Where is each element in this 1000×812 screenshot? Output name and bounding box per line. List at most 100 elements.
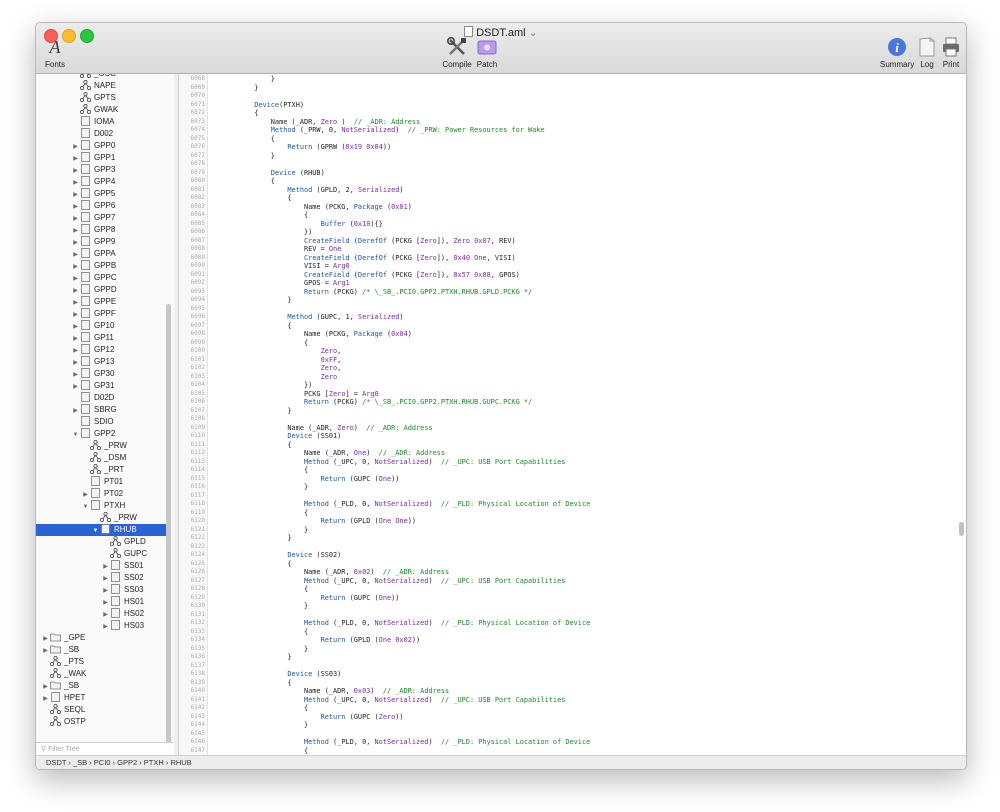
filter-tree-input[interactable]: ⚲ Filter Tree [36,742,174,755]
tree-item-ptxh[interactable]: ▼ PTXH [36,500,166,512]
line-number: 6082 [190,194,205,201]
device-node-icon [80,200,91,210]
tree-item-gupc[interactable]: GUPC [36,548,166,560]
method-node-icon [90,440,101,450]
tree-item-gpp2[interactable]: ▼ GPP2 [36,428,166,440]
tree-item-label: PT02 [104,489,124,498]
line-number: 6108 [190,415,205,422]
tree-item-hpet[interactable]: ▶ HPET [36,692,166,704]
tree-item-u-prt[interactable]: _PRT [36,464,166,476]
line-number: 6087 [190,236,205,244]
tree-item-gp30[interactable]: ▶ GP30 [36,368,166,380]
tree-item-label: _PRT [104,465,125,474]
tree-item-gpp1[interactable]: ▶ GPP1 [36,152,166,164]
tree-item-gppf[interactable]: ▶ GPPF [36,308,166,320]
tree-item-label: _PRW [114,513,137,522]
patch-button[interactable]: Patch [473,36,501,69]
code-line: Return (GUPC (One)) [221,593,400,602]
tree-item-d02d[interactable]: D02D [36,392,166,404]
tree-item-gppa[interactable]: ▶ GPPA [36,248,166,260]
tree-item-nape[interactable]: NAPE [36,80,166,92]
tree-item-gp12[interactable]: ▶ GP12 [36,344,166,356]
tree-item-ss01[interactable]: ▶ SS01 [36,560,166,572]
tree-item-gpp3[interactable]: ▶ GPP3 [36,164,166,176]
tree-item-gpts[interactable]: GPTS [36,92,166,104]
line-number: 6111 [190,440,205,448]
tree-item-gp10[interactable]: ▶ GP10 [36,320,166,332]
tree-item-gpp9[interactable]: ▶ GPP9 [36,236,166,248]
tree-item-label: GPTS [94,93,116,102]
sidebar-scrollbar[interactable] [166,304,171,742]
tree-item-u-wak[interactable]: _WAK [36,668,166,680]
tree-item-ioma[interactable]: IOMA [36,116,166,128]
tree-item-label: _GPE [64,633,86,642]
compile-button[interactable]: Compile [442,36,472,69]
tree-item-gppb[interactable]: ▶ GPPB [36,260,166,272]
code-editor[interactable]: 6068 6069 6070 6071 6072 6073 6074 6075 6076 6077… [179,74,966,755]
code-line: } [221,296,292,304]
tree-item-gp13[interactable]: ▶ GP13 [36,356,166,368]
tree-item-hs03[interactable]: ▶ HS03 [36,620,166,632]
device-node-icon [80,392,91,402]
device-node-icon [90,476,101,486]
tree-item-gppc[interactable]: ▶ GPPC [36,272,166,284]
outline-tree[interactable]: _OSCNAPEGPTSGWAKIOMAD002▶GPP0▶GPP1▶GPP3▶… [36,74,175,742]
tree-item-ss03[interactable]: ▶ SS03 [36,584,166,596]
device-node-icon [80,380,91,390]
tree-item-gpp5[interactable]: ▶ GPP5 [36,188,166,200]
tree-item-gpp0[interactable]: ▶ GPP0 [36,140,166,152]
tree-item-hs01[interactable]: ▶ HS01 [36,596,166,608]
tree-item-gp31[interactable]: ▶ GP31 [36,380,166,392]
code-line: Device (SS03) [221,670,342,678]
tree-item-gppe[interactable]: ▶ GPPE [36,296,166,308]
tree-item-ss02[interactable]: ▶ SS02 [36,572,166,584]
tree-item-gpp4[interactable]: ▶ GPP4 [36,176,166,188]
line-number: 6102 [190,364,205,371]
tree-item-sdio[interactable]: SDIO [36,416,166,428]
print-button[interactable]: Print [939,36,963,69]
line-number: 6072 [190,109,205,116]
code-line: { [221,177,275,185]
line-number: 6140 [190,687,205,694]
fonts-button[interactable]: A Fonts [41,36,69,69]
tree-item-gpp6[interactable]: ▶ GPP6 [36,200,166,212]
tree-item-d002[interactable]: D002 [36,128,166,140]
line-number: 6114 [190,466,205,473]
method-node-icon [110,548,121,558]
line-number: 6136 [190,653,205,660]
tree-item-gpld[interactable]: GPLD [36,536,166,548]
tree-item-hs02[interactable]: ▶ HS02 [36,608,166,620]
code-line: Name (_ADR, One) // _ADR: Address [221,449,446,457]
tree-item-gwak[interactable]: GWAK [36,104,166,116]
tree-item-gpp7[interactable]: ▶ GPP7 [36,212,166,224]
log-button[interactable]: Log [916,36,938,69]
tree-item-seql[interactable]: SEQL [36,704,166,716]
method-node-icon [50,704,61,714]
code-line: Name (_ADR, Zero) // _ADR: Address [221,423,433,432]
line-number: 6122 [190,534,205,541]
code-line: { [221,440,292,449]
tree-item-u-prw[interactable]: _PRW [36,440,166,452]
tree-item-gpp8[interactable]: ▶ GPP8 [36,224,166,236]
tree-item-label: SBRG [94,405,117,414]
tree-item-rhub[interactable]: ▼ RHUB [36,524,166,536]
line-number: 6123 [190,542,205,550]
line-number: 6073 [190,117,205,125]
tree-item-u-sb[interactable]: ▶ _SB [36,644,166,656]
tree-item-pt01[interactable]: PT01 [36,476,166,488]
tree-item-u-sb[interactable]: ▶ _SB [36,680,166,692]
tree-item-u-pts[interactable]: _PTS [36,656,166,668]
editor-scrollbar[interactable] [959,522,964,536]
summary-button[interactable]: i Summary [880,36,914,69]
tree-item-u-gpe[interactable]: ▶ _GPE [36,632,166,644]
tree-item-pt02[interactable]: ▶ PT02 [36,488,166,500]
tree-item-u-dsm[interactable]: _DSM [36,452,166,464]
tree-item-ostp[interactable]: OSTP [36,716,166,728]
tree-item-u-prw[interactable]: _PRW [36,512,166,524]
tree-item-gp11[interactable]: ▶ GP11 [36,332,166,344]
device-node-icon [80,320,91,330]
code-line: { [221,559,292,568]
tree-item-sbrg[interactable]: ▶ SBRG [36,404,166,416]
tree-item-gppd[interactable]: ▶ GPPD [36,284,166,296]
code-line: { [221,466,309,474]
